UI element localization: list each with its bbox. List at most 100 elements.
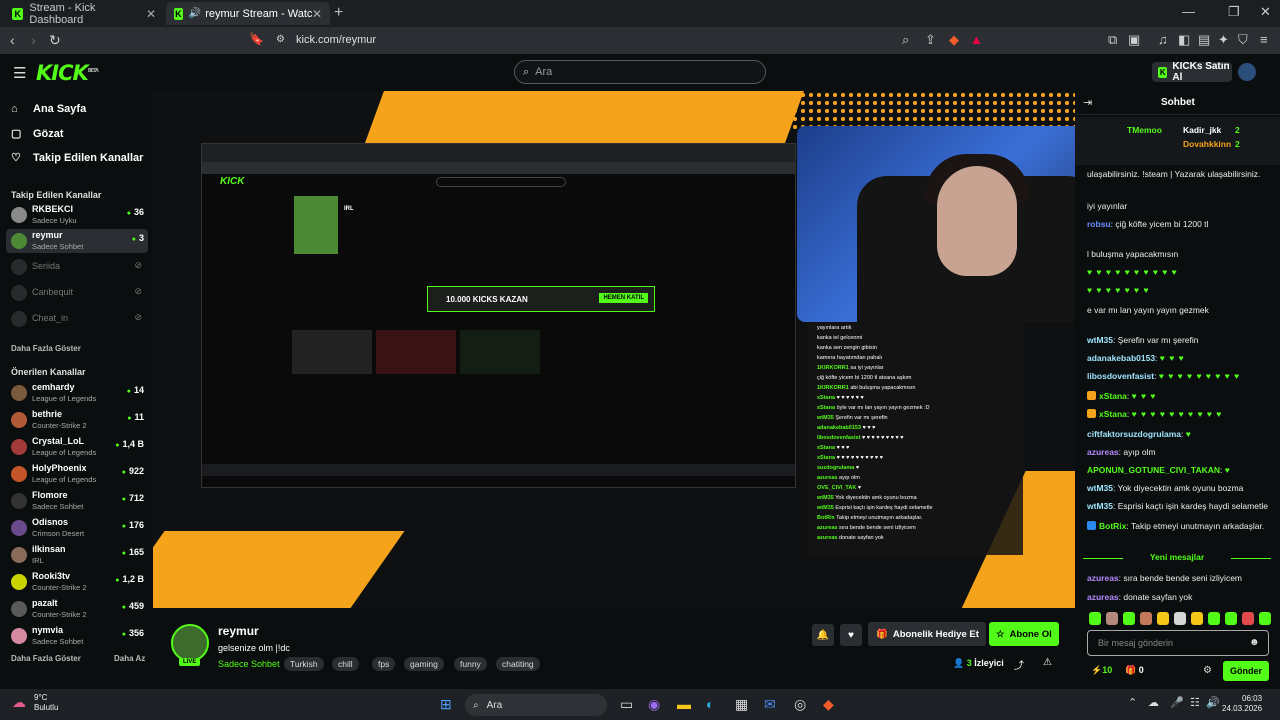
chat-username[interactable]: azureas (1087, 592, 1119, 602)
chat-username[interactable]: APONUN_GOTUNE_CIVI_TAKAN (1087, 465, 1220, 475)
share-icon[interactable]: ⇪ (925, 32, 936, 48)
close-tab-icon[interactable]: ✕ (146, 7, 156, 21)
pinned-user[interactable]: Kadir_jkk (1183, 125, 1221, 135)
emoji-icon[interactable]: ☻ (1249, 637, 1260, 648)
menu-icon[interactable]: ≡ (1260, 32, 1268, 47)
chat-username[interactable]: libosdovenfasist (1087, 371, 1154, 381)
tag-chip[interactable]: fps (372, 657, 396, 671)
channel-avatar[interactable] (171, 624, 209, 662)
channel-item[interactable]: bethrie Counter-Strike 2 11 (6, 408, 148, 432)
screenshot-icon[interactable]: ▣ (1128, 32, 1140, 48)
app-icon[interactable]: ◉ (648, 696, 660, 713)
emote-icon[interactable] (1106, 612, 1118, 625)
nav-following[interactable]: ♡ Takip Edilen Kanallar (11, 151, 143, 165)
store-icon[interactable]: ▦ (735, 696, 748, 713)
video-player[interactable]: KICK IRL 10.000 KICKS KAZAN HEMEN KATIL … (153, 91, 1075, 608)
leo-icon[interactable]: ✦ (1218, 32, 1229, 48)
nav-home[interactable]: ⌂ Ana Sayfa (11, 103, 86, 115)
tag-chip[interactable]: Turkish (284, 657, 324, 671)
kick-logo[interactable]: KICKBETA (36, 61, 99, 85)
chat-username[interactable]: ciftfaktorsuzdogrulama (1087, 429, 1181, 439)
maximize-icon[interactable]: ❐ (1228, 4, 1240, 20)
close-tab-icon[interactable]: ✕ (312, 7, 322, 21)
brave-icon[interactable]: ◆ (823, 696, 834, 713)
emote-icon[interactable] (1123, 612, 1135, 625)
chat-username[interactable]: azureas (1087, 447, 1119, 457)
sidebar-icon[interactable]: ◧ (1178, 32, 1190, 48)
emote-icon[interactable] (1089, 612, 1101, 625)
nav-browse[interactable]: ▢ Gözat (11, 127, 64, 141)
channel-item[interactable]: pazalt Counter-Strike 2 459 (6, 597, 148, 621)
chat-username[interactable]: wtM35 (1087, 335, 1113, 345)
channel-item[interactable]: Flomore Sadece Sohbet 712 (6, 489, 148, 513)
zoom-icon[interactable]: ⌕ (902, 32, 909, 48)
subscribe-button[interactable]: ☆ Abone Ol (989, 622, 1059, 646)
tag-chip[interactable]: gaming (404, 657, 444, 671)
gift-sub-button[interactable]: 🎁 Abonelik Hediye Et (868, 622, 986, 646)
buy-kicks-button[interactable]: K KICKs Satın Al (1152, 61, 1232, 83)
tag-chip[interactable]: funny (454, 657, 487, 671)
media-icon[interactable]: ♫ (1158, 32, 1168, 47)
pinned-user[interactable]: Dovahkkinn (1183, 139, 1231, 149)
chat-username[interactable]: xStana (1099, 409, 1127, 419)
follow-heart-button[interactable]: ♥ (840, 624, 862, 646)
emote-icon[interactable] (1157, 612, 1169, 625)
emote-icon[interactable] (1259, 612, 1271, 625)
start-icon[interactable]: ⊞ (440, 696, 452, 713)
weather-icon[interactable]: ☁ (12, 694, 26, 711)
channel-item[interactable]: HolyPhoenix League of Legends 922 (6, 462, 148, 486)
task-view-icon[interactable]: ▭ (620, 696, 633, 713)
close-window-icon[interactable]: ✕ (1260, 4, 1271, 20)
brave-rewards-icon[interactable]: ▲ (970, 32, 983, 47)
channel-item[interactable]: RKBEKCI Sadece Uyku 36 (6, 203, 148, 227)
emote-icon[interactable] (1242, 612, 1254, 625)
category-link[interactable]: Sadece Sohbet (218, 659, 280, 669)
chat-username[interactable]: azureas (1087, 573, 1119, 583)
chat-username[interactable]: xStana (1099, 391, 1127, 401)
channel-name[interactable]: reymur (218, 624, 259, 638)
new-tab-button[interactable]: + (334, 4, 343, 22)
search-input[interactable]: ⌕ Ara (514, 60, 766, 84)
tray-arrow-icon[interactable]: ⌃ (1128, 696, 1137, 709)
chat-username[interactable]: wtM35 (1087, 483, 1113, 493)
edge-icon[interactable]: ◐ (706, 696, 714, 712)
show-less[interactable]: Daha Az (114, 654, 145, 663)
brave-shield-icon[interactable]: ◆ (949, 32, 959, 48)
user-avatar[interactable] (1238, 63, 1256, 81)
channel-item[interactable]: Cheat_in ⊘ (6, 307, 148, 331)
url-field[interactable]: kick.com/reymur (296, 34, 376, 46)
channel-item[interactable]: cemhardy League of Legends 14 (6, 381, 148, 405)
emote-icon[interactable] (1208, 612, 1220, 625)
browser-tab-stream[interactable]: K 🔊 reymur Stream - Watch Live o ✕ (166, 2, 330, 25)
extensions-icon[interactable]: ⧉ (1108, 32, 1117, 48)
channel-item[interactable]: Crystal_LoL League of Legends 1,4 B (6, 435, 148, 459)
channel-item[interactable]: Canbequit ⊘ (6, 281, 148, 305)
reload-icon[interactable]: ↻ (49, 32, 61, 49)
file-explorer-icon[interactable]: ▬ (677, 696, 691, 712)
gift-balance[interactable]: 🎁 0 (1125, 665, 1144, 676)
back-icon[interactable]: ‹ (10, 32, 15, 48)
forward-icon[interactable]: › (31, 32, 36, 48)
emote-icon[interactable] (1191, 612, 1203, 625)
channel-item[interactable]: ilkinsan IRL 165 (6, 543, 148, 567)
show-more-recommended[interactable]: Daha Fazla Göster (11, 654, 81, 663)
show-more-followed[interactable]: Daha Fazla Göster (11, 344, 81, 353)
wallet-icon[interactable]: ▤ (1198, 32, 1210, 48)
browser-tab-dashboard[interactable]: K Stream - Kick Dashboard ✕ (4, 2, 164, 26)
emote-bar[interactable] (1089, 612, 1271, 626)
channel-item[interactable]: Rooki3tv Counter-Strike 2 1,2 B (6, 570, 148, 594)
emote-icon[interactable] (1225, 612, 1237, 625)
hamburger-menu-icon[interactable]: ☰ (13, 64, 26, 82)
channel-item[interactable]: Seriida ⊘ (6, 255, 148, 279)
tag-chip[interactable]: chatiting (496, 657, 540, 671)
collapse-chat-icon[interactable]: ⇥ (1083, 96, 1092, 109)
minimize-icon[interactable]: — (1182, 4, 1195, 19)
chat-username[interactable]: adanakebab0153 (1087, 353, 1155, 363)
network-icon[interactable]: ☷ (1190, 696, 1200, 709)
emote-icon[interactable] (1174, 612, 1186, 625)
channel-item[interactable]: Odisnos Crimson Desert 176 (6, 516, 148, 540)
send-button[interactable]: Gönder (1223, 661, 1269, 681)
chat-username[interactable]: robsu (1087, 219, 1111, 229)
weather-widget[interactable]: 9°C Bulutlu (34, 693, 58, 713)
channel-item[interactable]: nymvia Sadece Sohbet 356 (6, 624, 148, 648)
